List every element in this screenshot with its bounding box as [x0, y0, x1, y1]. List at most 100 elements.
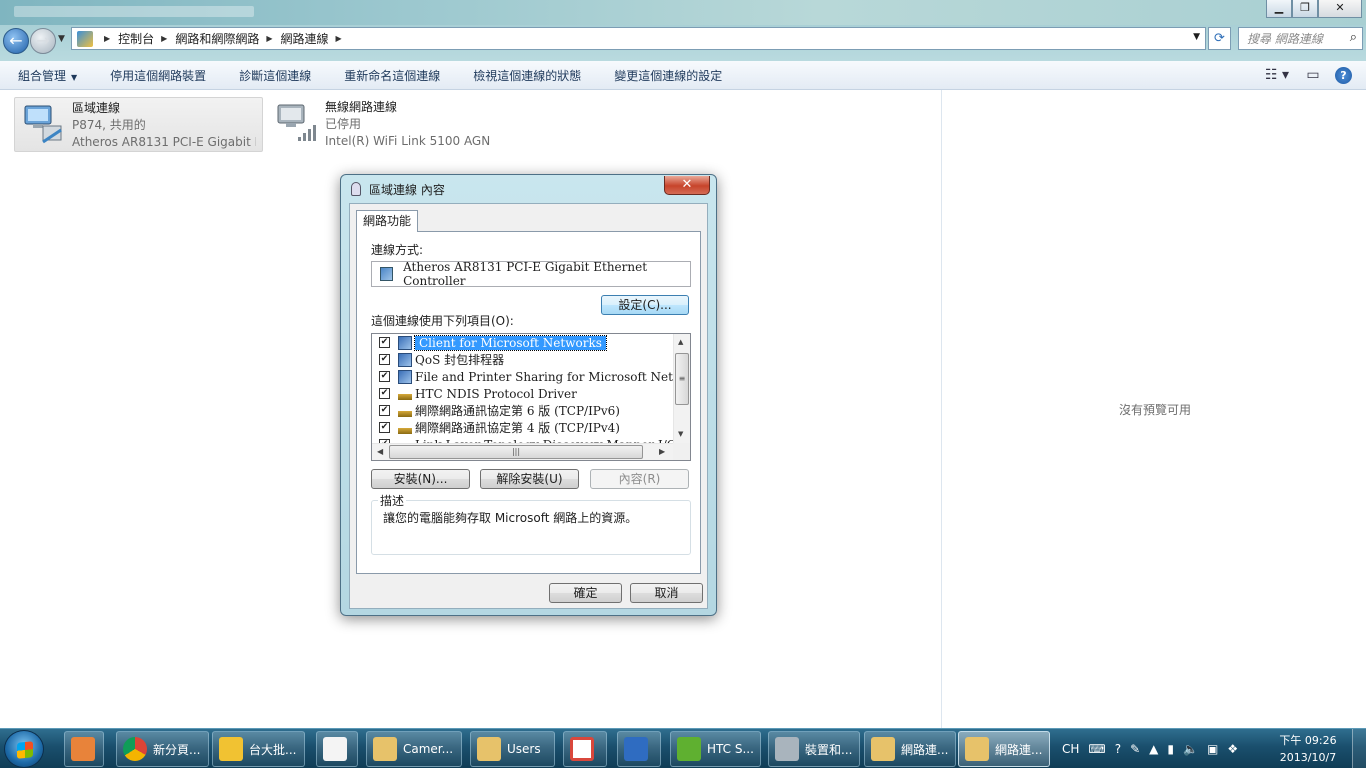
scroll-up-icon[interactable]: ▲	[678, 338, 683, 346]
search-input[interactable]	[1239, 28, 1339, 49]
chevron-right-icon[interactable]: ▶	[161, 34, 167, 43]
scroll-left-icon[interactable]: ◀	[377, 447, 383, 456]
dialog-close-button[interactable]: ✕	[664, 176, 710, 195]
rename-button[interactable]: 重新命名這個連線	[326, 67, 455, 84]
network-tray-icon[interactable]: ▣	[1207, 742, 1218, 756]
taskbar-folder-users[interactable]: Users	[470, 731, 555, 767]
search-icon[interactable]: ⌕	[1350, 30, 1357, 45]
command-bar: 組合管理 ▼ 停用這個網路裝置 診斷這個連線 重新命名這個連線 檢視這個連線的狀態…	[0, 61, 1366, 90]
checkbox[interactable]: ✔	[379, 388, 390, 399]
diagnose-button[interactable]: 診斷這個連線	[221, 67, 326, 84]
language-indicator[interactable]: CH	[1062, 742, 1079, 756]
list-item[interactable]: ✔ Client for Microsoft Networks	[372, 334, 607, 351]
properties-button[interactable]: 內容(R)	[590, 469, 689, 489]
minimize-button[interactable]: ▁	[1266, 0, 1292, 18]
forward-button[interactable]: →	[30, 28, 56, 54]
checkbox[interactable]: ✔	[379, 354, 390, 365]
taskbar-media-player[interactable]	[64, 731, 104, 767]
checkbox[interactable]: ✔	[379, 371, 390, 382]
taskbar-gmail[interactable]	[563, 731, 607, 767]
organize-menu[interactable]: 組合管理 ▼	[0, 67, 92, 84]
taskbar-word[interactable]	[617, 731, 661, 767]
checkbox[interactable]: ✔	[379, 405, 390, 416]
item-label: File and Printer Sharing for Microsoft N…	[415, 369, 691, 384]
view-status-button[interactable]: 檢視這個連線的狀態	[455, 67, 596, 84]
chevron-right-icon[interactable]: ▶	[266, 34, 272, 43]
description-text: 讓您的電腦能夠存取 Microsoft 網路上的資源。	[383, 511, 638, 525]
disable-device-button[interactable]: 停用這個網路裝置	[92, 67, 221, 84]
taskbar-htc-sync[interactable]: HTC S...	[670, 731, 761, 767]
uninstall-button[interactable]: 解除安裝(U)	[480, 469, 579, 489]
breadcrumb-network-connections[interactable]: 網路連線	[281, 30, 329, 47]
help-icon[interactable]: ?	[1335, 66, 1352, 84]
breadcrumb-control-panel[interactable]: 控制台	[118, 30, 154, 47]
taskbar-label: HTC S...	[707, 742, 754, 756]
connection-device: Intel(R) WiFi Link 5100 AGN	[325, 134, 491, 148]
back-button[interactable]: ←	[3, 28, 29, 54]
ok-button[interactable]: 確定	[549, 583, 622, 603]
dialog-title: 區域連線 內容	[369, 183, 445, 197]
vertical-scrollbar[interactable]: ▲ ≡ ▼	[673, 334, 690, 444]
vertical-scroll-thumb[interactable]: ≡	[675, 353, 689, 405]
preview-pane-icon[interactable]: ▭	[1299, 64, 1327, 86]
help-tray-icon[interactable]: ?	[1115, 742, 1121, 756]
refresh-button[interactable]: ⟳	[1208, 27, 1231, 50]
keyboard-icon[interactable]: ⌨	[1088, 742, 1105, 756]
horizontal-scrollbar[interactable]: ◀ ||| ▶	[372, 443, 674, 460]
network-folder-icon	[871, 737, 895, 761]
preview-pane: 沒有預覽可用	[941, 90, 1366, 728]
taskbar-chrome[interactable]: 新分頁...	[116, 731, 209, 767]
list-item[interactable]: ✔ QoS 封包排程器	[372, 351, 504, 368]
taskbar-network-connections-2[interactable]: 網路連...	[958, 731, 1050, 767]
recent-pages-dropdown[interactable]: ▼	[58, 34, 65, 44]
app-icon	[219, 737, 243, 761]
components-list[interactable]: ✔ Client for Microsoft Networks ✔ QoS 封包…	[371, 333, 691, 461]
protocol-icon	[398, 393, 412, 400]
volume-icon[interactable]: 🔈	[1183, 742, 1198, 756]
chevron-right-icon[interactable]: ▶	[104, 34, 110, 43]
list-item[interactable]: ✔ 網際網路通訊協定第 4 版 (TCP/IPv4)	[372, 419, 620, 436]
taskbar-devices[interactable]: 裝置和...	[768, 731, 860, 767]
show-desktop-button[interactable]	[1352, 729, 1366, 768]
maximize-button[interactable]: ❐	[1292, 0, 1318, 18]
organize-label: 組合管理	[18, 68, 67, 83]
media-player-icon	[71, 737, 95, 761]
view-options-icon[interactable]: ☷ ▾	[1263, 64, 1291, 86]
taskbar-app-tai-da[interactable]: 台大批...	[212, 731, 305, 767]
address-field[interactable]: ▶ 控制台 ▶ 網路和網際網路 ▶ 網路連線 ▶ ▼	[71, 27, 1206, 50]
search-box[interactable]: ⌕	[1238, 27, 1363, 50]
connection-item-local-area[interactable]: 區域連線 P874, 共用的 Atheros AR8131 PCI-E Giga…	[14, 97, 263, 152]
chevron-right-icon[interactable]: ▶	[336, 34, 342, 43]
list-item[interactable]: ✔ HTC NDIS Protocol Driver	[372, 385, 577, 402]
taskbar-label: 新分頁...	[153, 742, 201, 757]
clock[interactable]: 下午 09:26 2013/10/7	[1272, 732, 1344, 766]
list-item[interactable]: ✔ 網際網路通訊協定第 6 版 (TCP/IPv6)	[372, 402, 620, 419]
show-hidden-icons[interactable]: ▲	[1149, 742, 1158, 756]
checkbox[interactable]: ✔	[379, 422, 390, 433]
start-button[interactable]	[4, 730, 44, 768]
configure-button[interactable]: 設定(C)...	[601, 295, 689, 315]
toolbar-view-controls: ☷ ▾ ▭ ?	[1263, 61, 1366, 89]
connection-item-wireless[interactable]: 無線網路連線 已停用 Intel(R) WiFi Link 5100 AGN	[268, 97, 508, 152]
list-item[interactable]: ✔ File and Printer Sharing for Microsoft…	[372, 368, 691, 385]
close-window-button[interactable]: ✕	[1318, 0, 1362, 18]
address-history-dropdown[interactable]: ▼	[1193, 32, 1200, 42]
taskbar-document[interactable]	[316, 731, 358, 767]
wireless-adapter-icon	[277, 104, 316, 141]
cancel-button[interactable]: 取消	[630, 583, 703, 603]
install-button[interactable]: 安裝(N)...	[371, 469, 470, 489]
dropbox-icon[interactable]: ❖	[1227, 742, 1238, 756]
pen-icon[interactable]: ✎	[1130, 742, 1140, 756]
taskbar-network-connections-1[interactable]: 網路連...	[864, 731, 956, 767]
breadcrumb-network-internet[interactable]: 網路和網際網路	[175, 30, 259, 47]
connection-device: Atheros AR8131 PCI-E Gigabit E...	[72, 135, 256, 149]
change-settings-button[interactable]: 變更這個連線的設定	[596, 67, 737, 84]
tab-networking[interactable]: 網路功能	[356, 210, 419, 232]
scroll-right-icon[interactable]: ▶	[659, 447, 665, 456]
scroll-down-icon[interactable]: ▼	[678, 430, 683, 438]
device-icon[interactable]: ▮	[1167, 742, 1174, 756]
checkbox[interactable]: ✔	[379, 337, 390, 348]
horizontal-scroll-thumb[interactable]: |||	[389, 445, 643, 459]
mail-icon	[570, 737, 594, 761]
taskbar-folder-camera[interactable]: Camer...	[366, 731, 462, 767]
